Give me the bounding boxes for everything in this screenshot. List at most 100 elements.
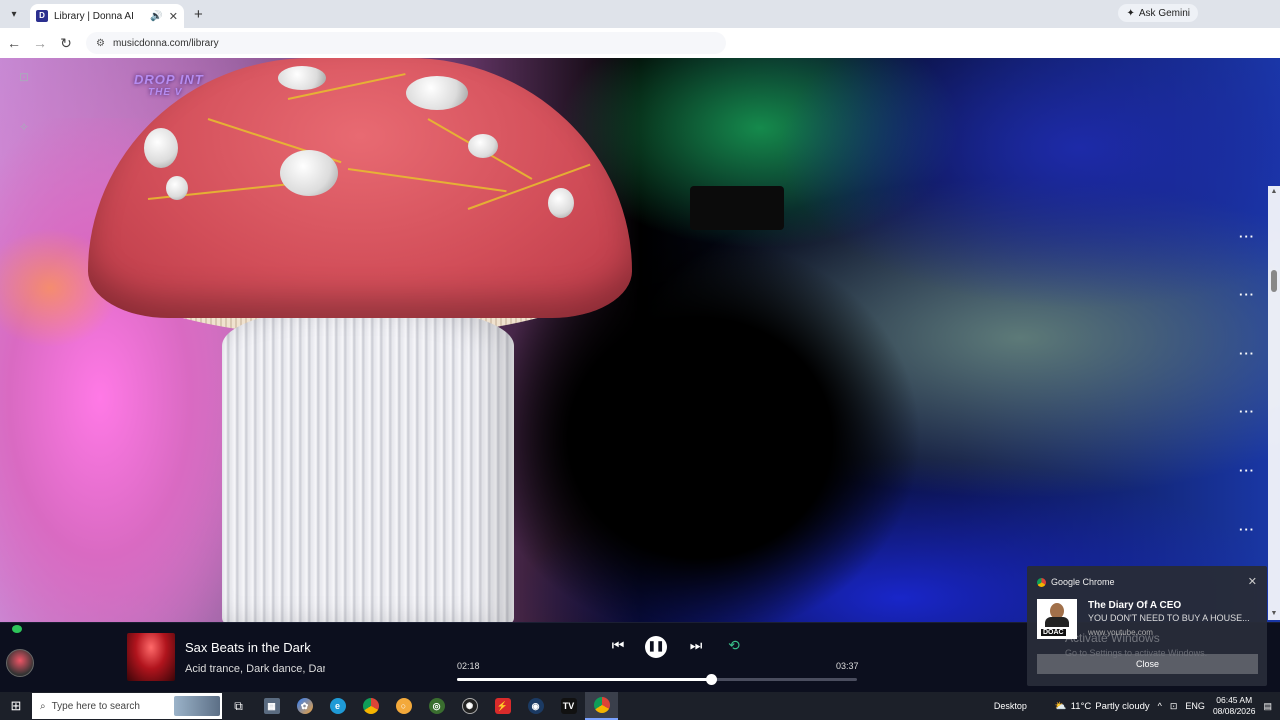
more-options-icon[interactable]: ··· bbox=[1236, 347, 1258, 365]
new-tab-button[interactable]: + bbox=[194, 6, 203, 23]
tradingview-icon[interactable]: TV bbox=[552, 692, 585, 720]
more-options-icon[interactable]: ··· bbox=[1236, 523, 1258, 541]
screen: ▾ D Library | Donna AI 🔊 ✕ + ✦ Ask Gemin… bbox=[0, 0, 1280, 720]
steam-glyph: ◉ bbox=[527, 698, 544, 714]
calculator-glyph: ▦ bbox=[263, 698, 280, 714]
tab-search-button[interactable]: ▾ bbox=[4, 4, 24, 24]
chrome-icon bbox=[1037, 577, 1046, 587]
omnibox[interactable]: ⚙ musicdonna.com/library bbox=[86, 32, 726, 54]
activate-windows-title: Activate Windows bbox=[1065, 631, 1160, 645]
notification-center-icon[interactable]: ▤ bbox=[1263, 701, 1272, 712]
temperature: 11°C bbox=[1070, 700, 1092, 712]
task-view-icon[interactable]: ⧉ bbox=[222, 692, 255, 720]
chatgpt-glyph: ✺ bbox=[461, 698, 478, 714]
chrome-canary-icon[interactable]: ○ bbox=[387, 692, 420, 720]
thumb-body bbox=[1045, 617, 1069, 627]
track-title[interactable]: Sax Beats in the Dark bbox=[185, 640, 311, 655]
close-tab-icon[interactable]: ✕ bbox=[169, 10, 178, 23]
chevron-up-icon[interactable]: ^ bbox=[1158, 701, 1162, 711]
current-time: 02:18 bbox=[457, 661, 480, 671]
more-options-icon[interactable]: ··· bbox=[1236, 288, 1258, 306]
pause-icon: ❚❚ bbox=[647, 641, 665, 652]
chrome-glyph bbox=[362, 698, 379, 714]
address-toolbar: ← → ↻ ⚙ musicdonna.com/library bbox=[0, 28, 1280, 58]
more-options-icon[interactable]: ··· bbox=[1236, 230, 1258, 248]
copilot-icon[interactable]: ✿ bbox=[288, 692, 321, 720]
app-icon-green[interactable]: ◎ bbox=[420, 692, 453, 720]
green-app-glyph: ◎ bbox=[428, 698, 445, 714]
track-cover-art[interactable] bbox=[127, 633, 175, 681]
scroll-up-icon[interactable]: ▲ bbox=[1268, 186, 1280, 198]
chrome-active-icon[interactable] bbox=[585, 692, 618, 720]
chatgpt-icon[interactable]: ✺ bbox=[453, 692, 486, 720]
calculator-icon[interactable]: ▦ bbox=[255, 692, 288, 720]
notification-app: Google Chrome bbox=[1051, 577, 1115, 587]
cap-crack bbox=[347, 168, 507, 193]
logo-line2: THE V bbox=[148, 87, 183, 98]
mushroom-stem bbox=[222, 308, 514, 622]
pause-button[interactable]: ❚❚ bbox=[645, 636, 667, 658]
windows-start-icon[interactable]: ⊞ bbox=[0, 692, 32, 720]
language-indicator[interactable]: ENG bbox=[1185, 701, 1205, 711]
music-visualizer: DROP INT THE V ⊡ ✧ ··· ··· ··· ··· ··· ·… bbox=[0, 58, 1280, 622]
page-scrollbar[interactable]: ▲ ▼ bbox=[1268, 186, 1280, 620]
desktop-toolbar[interactable]: Desktop bbox=[994, 701, 1027, 711]
notification-close-button[interactable]: Close bbox=[1037, 654, 1258, 674]
weather-widget[interactable]: ⛅ 11°C Partly cloudy bbox=[1055, 701, 1150, 712]
reload-icon[interactable]: ↻ bbox=[54, 35, 78, 52]
avatar[interactable] bbox=[6, 649, 34, 677]
cap-spot bbox=[278, 66, 326, 90]
browser-tab-bar: ▾ D Library | Donna AI 🔊 ✕ + ✦ Ask Gemin… bbox=[0, 0, 1280, 28]
cap-spot bbox=[548, 188, 574, 218]
chevron-down-icon: ▾ bbox=[11, 8, 17, 20]
thumb-label: DOAC bbox=[1041, 629, 1066, 636]
cap-spot bbox=[144, 128, 178, 168]
flash-app-icon[interactable]: ⚡ bbox=[486, 692, 519, 720]
ask-gemini-label: Ask Gemini bbox=[1138, 7, 1190, 19]
audio-playing-icon[interactable]: 🔊 bbox=[150, 11, 162, 22]
cap-spot bbox=[280, 150, 338, 196]
clock-date: 08/08/2026 bbox=[1212, 706, 1256, 716]
notification-body: YOU DON'T NEED TO BUY A HOUSE... bbox=[1088, 613, 1250, 623]
more-options-icon[interactable]: ··· bbox=[1236, 464, 1258, 482]
canary-glyph: ○ bbox=[395, 698, 412, 714]
copilot-glyph: ✿ bbox=[296, 698, 313, 714]
notification-title: The Diary Of A CEO bbox=[1088, 600, 1182, 611]
search-icon: ⌕ bbox=[40, 700, 46, 712]
clock[interactable]: 06:45 AM 08/08/2026 bbox=[1213, 695, 1256, 717]
taskbar-search[interactable]: ⌕ Type here to search bbox=[32, 693, 222, 719]
site-info-icon[interactable]: ⚙ bbox=[96, 38, 105, 49]
back-arrow-icon[interactable]: ← bbox=[2, 35, 26, 51]
cap-spot bbox=[406, 76, 468, 110]
track-tags: Acid trance, Dark dance, Dar bbox=[185, 663, 325, 675]
more-options-icon[interactable]: ··· bbox=[1236, 405, 1258, 423]
weather-icon: ⛅ bbox=[1054, 700, 1067, 712]
progress-handle[interactable] bbox=[706, 674, 717, 685]
gemini-sparkle-icon: ✦ bbox=[1126, 7, 1135, 19]
edge-icon[interactable]: e bbox=[321, 692, 354, 720]
tab-title: Library | Donna AI bbox=[54, 10, 134, 22]
previous-track-icon[interactable]: ⏮ bbox=[608, 637, 628, 657]
cap-spot bbox=[166, 176, 188, 200]
forward-arrow-icon[interactable]: → bbox=[28, 35, 52, 51]
repeat-icon[interactable]: ⟲ bbox=[724, 637, 744, 657]
chrome-notification[interactable]: Google Chrome ✕ DOAC The Diary Of A CEO … bbox=[1027, 566, 1267, 686]
browser-tab[interactable]: D Library | Donna AI 🔊 ✕ bbox=[30, 4, 184, 28]
online-status-dot bbox=[12, 625, 22, 633]
next-track-icon[interactable]: ⏭ bbox=[686, 637, 706, 657]
steam-icon[interactable]: ◉ bbox=[519, 692, 552, 720]
clock-time: 06:45 AM bbox=[1216, 695, 1253, 705]
progress-slider[interactable] bbox=[457, 674, 857, 685]
create-icon[interactable]: ✧ bbox=[16, 120, 32, 136]
tv-glyph: TV bbox=[560, 698, 577, 714]
logo-line1: DROP INT bbox=[134, 72, 204, 87]
progress-fill bbox=[457, 678, 711, 681]
chrome-icon[interactable] bbox=[354, 692, 387, 720]
sidebar-toggle-icon[interactable]: ⊡ bbox=[16, 70, 32, 86]
scroll-down-icon[interactable]: ▼ bbox=[1268, 608, 1280, 620]
ask-gemini-button[interactable]: ✦ Ask Gemini bbox=[1118, 4, 1198, 22]
scroll-thumb[interactable] bbox=[1271, 270, 1277, 292]
network-icon[interactable]: ⊡ bbox=[1170, 701, 1178, 712]
close-icon[interactable]: ✕ bbox=[1248, 575, 1257, 588]
dark-shape bbox=[690, 186, 784, 230]
